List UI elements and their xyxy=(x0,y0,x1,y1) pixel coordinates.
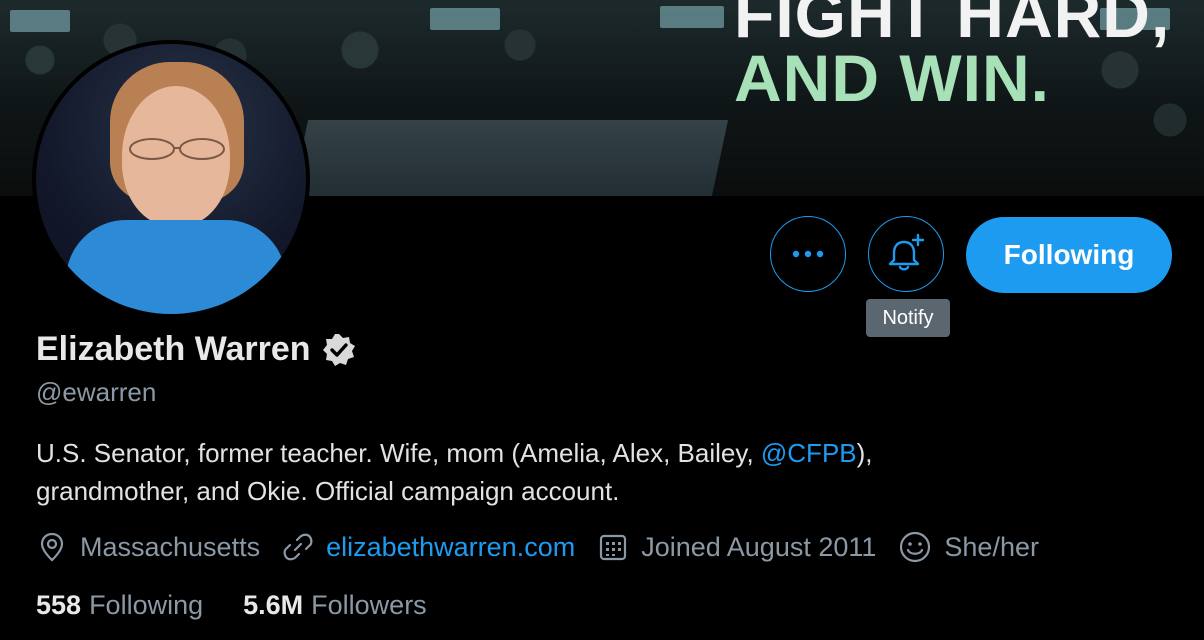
following-button[interactable]: Following xyxy=(966,217,1172,293)
profile-bio: U.S. Senator, former teacher. Wife, mom … xyxy=(36,434,1136,510)
banner-slogan: FIGHT HARD, AND WIN. xyxy=(734,0,1171,115)
pronouns-text: She/her xyxy=(944,531,1039,562)
avatar-shirt xyxy=(66,220,286,314)
meta-joined: Joined August 2011 xyxy=(597,531,876,563)
verified-badge-icon xyxy=(322,333,355,366)
website-link[interactable]: elizabethwarren.com xyxy=(326,532,575,563)
smiley-icon xyxy=(900,531,931,563)
banner-slogan-line1: FIGHT HARD, xyxy=(734,0,1171,51)
profile-stats: 558 Following 5.6M Followers xyxy=(36,590,427,621)
profile-name-row: Elizabeth Warren xyxy=(36,330,357,369)
following-count: 558 xyxy=(36,590,82,620)
bio-mention-link[interactable]: @CFPB xyxy=(761,438,857,468)
avatar-glasses xyxy=(129,138,225,160)
location-text: Massachusetts xyxy=(80,531,261,562)
profile-handle: @ewarren xyxy=(36,377,157,407)
profile-meta: Massachusetts elizabethwarren.com Joined… xyxy=(36,530,1061,564)
banner-sign xyxy=(660,6,724,28)
location-pin-icon xyxy=(40,532,64,562)
calendar-icon xyxy=(600,534,627,561)
banner-stage xyxy=(291,120,729,196)
bell-plus-icon xyxy=(888,233,925,271)
followers-label: Followers xyxy=(311,590,427,620)
profile-name: Elizabeth Warren xyxy=(36,330,311,368)
more-horizontal-icon xyxy=(792,250,824,258)
followers-count: 5.6M xyxy=(243,590,304,620)
bio-text: U.S. Senator, former teacher. Wife, mom … xyxy=(36,438,761,468)
bio-text: ), xyxy=(856,438,873,468)
banner-slogan-line2: AND WIN. xyxy=(734,41,1050,115)
avatar[interactable] xyxy=(32,40,310,318)
meta-location: Massachusetts xyxy=(36,531,260,563)
link-icon xyxy=(283,533,313,561)
following-label: Following xyxy=(89,590,204,620)
more-button[interactable] xyxy=(770,216,846,292)
banner-sign xyxy=(10,10,70,32)
avatar-photo xyxy=(36,44,306,314)
joined-text: Joined August 2011 xyxy=(641,531,877,562)
following-stat[interactable]: 558 Following xyxy=(36,590,203,621)
banner-sign xyxy=(430,8,500,30)
bio-text-line2: grandmother, and Okie. Official campaign… xyxy=(36,476,620,506)
notify-tooltip: Notify xyxy=(866,299,950,337)
meta-website[interactable]: elizabethwarren.com xyxy=(282,531,575,563)
notify-button[interactable] xyxy=(868,216,944,292)
meta-pronouns: She/her xyxy=(898,530,1039,564)
followers-stat[interactable]: 5.6M Followers xyxy=(243,590,427,621)
